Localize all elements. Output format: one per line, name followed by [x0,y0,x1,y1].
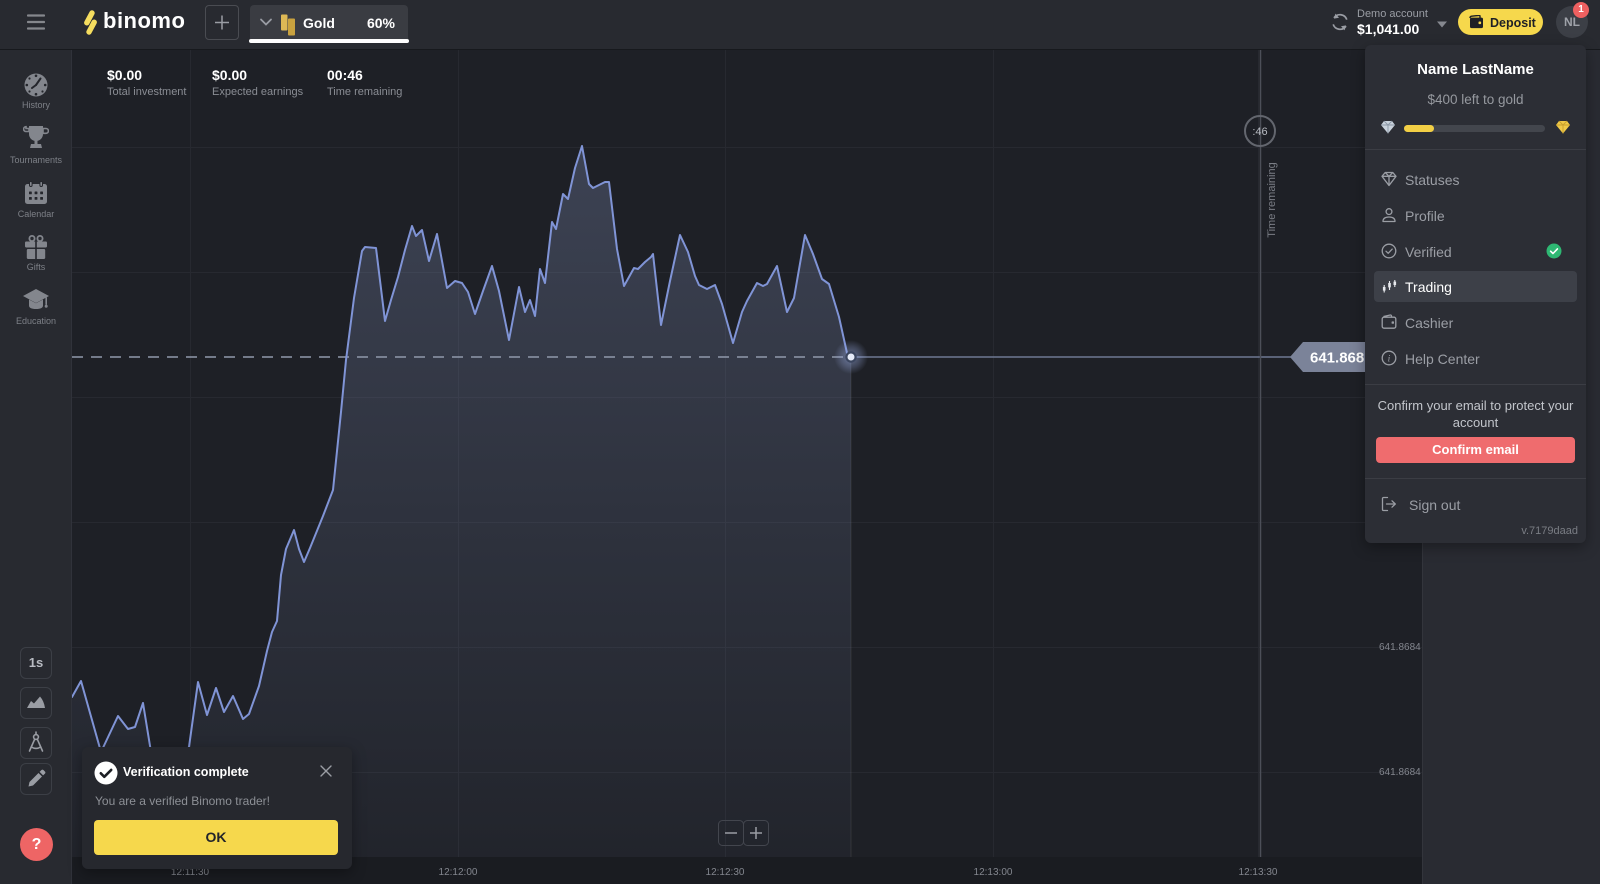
svg-text::46: :46 [1252,126,1267,138]
svg-text:Time remaining: Time remaining [1266,162,1278,237]
svg-text:12:12:00: 12:12:00 [439,867,478,878]
svg-text:641.8684: 641.8684 [1379,642,1421,653]
svg-text:641.8684: 641.8684 [1379,767,1421,778]
svg-text:641.868: 641.868 [1310,350,1364,367]
svg-text:12:13:00: 12:13:00 [974,867,1013,878]
svg-text:12:12:30: 12:12:30 [706,867,745,878]
svg-text:12:13:30: 12:13:30 [1239,867,1278,878]
svg-text:i: i [1388,354,1391,364]
